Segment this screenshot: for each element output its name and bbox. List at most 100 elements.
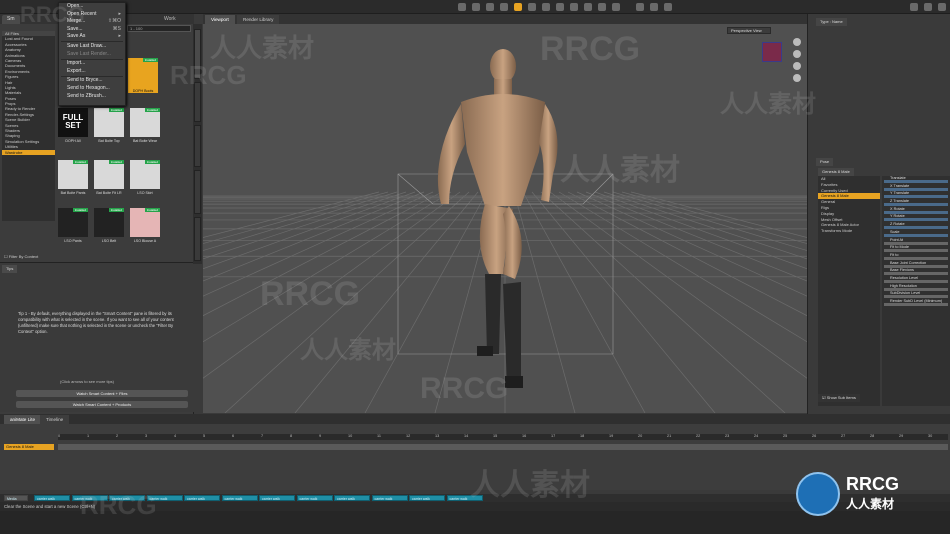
slider-track[interactable] — [884, 256, 948, 260]
track-label[interactable]: Genesis 8 Male — [4, 444, 54, 450]
tab-tips[interactable]: Tips — [2, 265, 18, 273]
menu-item-export[interactable]: Export... — [59, 68, 125, 76]
parameter-slider[interactable]: X Translate — [882, 184, 950, 192]
product-thumbnail[interactable]: Installed LSO Skirt — [130, 160, 160, 198]
menu-item-import[interactable]: Import... — [59, 60, 125, 68]
viewport-3d[interactable]: Perspective View — [203, 24, 807, 413]
parameter-slider[interactable]: Z Rotate — [882, 222, 950, 230]
aniblock[interactable]: carrier walk — [446, 495, 483, 501]
camera-selector[interactable]: Perspective View — [727, 27, 771, 34]
render-icon[interactable] — [636, 3, 644, 11]
slider-track[interactable] — [884, 233, 948, 237]
vtab-render-settings[interactable] — [194, 170, 201, 214]
menu-item-send-to-zbrush[interactable]: Send to ZBrush... — [59, 93, 125, 101]
parameter-slider[interactable]: Translate — [882, 176, 950, 184]
camera-tool-icon[interactable] — [584, 3, 592, 11]
slider-track[interactable] — [884, 303, 948, 306]
menu-item-open-recent[interactable]: Open Recent ▸ — [59, 11, 125, 19]
move-tool-icon[interactable] — [472, 3, 480, 11]
slider-track[interactable] — [884, 210, 948, 214]
parameter-slider[interactable]: High Resolution — [882, 284, 950, 292]
product-thumbnail[interactable]: Installed Bat Boite Top — [94, 108, 124, 146]
parameter-slider[interactable]: Fit to — [882, 253, 950, 261]
region-tool-icon[interactable] — [542, 3, 550, 11]
view-cube[interactable] — [762, 42, 782, 62]
menu-item-merge[interactable]: Merge... ⇧⌘O — [59, 18, 125, 26]
aniblock[interactable]: carrier walk — [221, 495, 258, 501]
slider-track[interactable] — [884, 295, 948, 299]
work-offline-button[interactable]: Work Offline — [160, 15, 194, 31]
iray-icon[interactable] — [650, 3, 658, 11]
tab-pose[interactable]: Pose — [816, 158, 834, 166]
aniblock[interactable]: carrier walk — [184, 495, 220, 501]
aniblock[interactable]: carrier walk — [334, 495, 370, 501]
frame-ruler[interactable]: 0 1 2 3 4 5 6 7 8 9 10 11 12 13 14 15 16 17 18 19 20 21 22 23 24… — [58, 434, 948, 440]
rotate-tool-icon[interactable] — [486, 3, 494, 11]
slider-track[interactable] — [884, 264, 948, 268]
product-thumbnail[interactable]: Installed Bat Boite Fit LR — [94, 160, 124, 198]
vtab-smart-content[interactable] — [194, 29, 201, 79]
geometry-tool-icon[interactable] — [556, 3, 564, 11]
slider-track[interactable] — [884, 226, 948, 230]
product-thumbnail[interactable]: Installed Bat Boite Pants — [58, 160, 88, 198]
orbit-icon[interactable] — [793, 38, 801, 46]
watch-products-button[interactable]: Watch Smart Content + Products — [16, 401, 188, 408]
slider-track[interactable] — [884, 180, 948, 183]
slider-track[interactable] — [884, 287, 948, 291]
pose-tool-icon[interactable] — [514, 3, 522, 11]
filter-by-context-checkbox[interactable]: ☐ Filter By Context — [4, 254, 38, 259]
slider-track[interactable] — [884, 187, 948, 191]
aniblock[interactable]: carrier walk — [259, 495, 295, 501]
parameter-slider[interactable]: Base Flexions — [882, 268, 950, 276]
parameter-slider[interactable]: Point At — [882, 238, 950, 246]
render-settings-icon[interactable] — [612, 3, 620, 11]
vtab-draw-settings[interactable] — [194, 125, 201, 167]
aniblock[interactable]: carrier walk — [71, 495, 108, 501]
slider-track[interactable] — [884, 279, 948, 283]
node-tool-icon[interactable] — [528, 3, 536, 11]
aniblock[interactable]: carrier walk — [296, 495, 333, 501]
aniblock[interactable]: carrier walk — [146, 495, 183, 501]
tab-animate-lite[interactable]: aniMate Lite — [4, 415, 42, 424]
category-wardrobe[interactable]: Wardrobe — [2, 149, 55, 155]
slider-track[interactable] — [884, 218, 948, 222]
menu-item-send-to-bryce[interactable]: Send to Bryce... — [59, 77, 125, 85]
parameter-slider[interactable]: SubDivision Level — [882, 291, 950, 299]
tab-timeline[interactable]: Timeline — [40, 415, 70, 424]
layout-icon[interactable] — [910, 3, 918, 11]
product-thumbnail[interactable]: Installed LSO Blouse A — [130, 208, 160, 246]
light-tool-icon[interactable] — [598, 3, 606, 11]
product-thumbnail[interactable]: Installed LSO Pants — [58, 208, 88, 246]
parameter-slider[interactable]: Render SubD Level (Minimum) — [882, 299, 950, 307]
parameter-slider[interactable]: Base Joint Correction — [882, 261, 950, 269]
menu-item-save[interactable]: Save... ⌘S — [59, 26, 125, 34]
parameter-slider[interactable]: Z Translate — [882, 199, 950, 207]
show-sub-items-checkbox[interactable]: ☑ Show Sub Items — [818, 394, 860, 402]
parameter-slider[interactable]: Scale — [882, 230, 950, 238]
property-group-item[interactable]: Transforms Mode — [818, 228, 880, 234]
menu-item-send-to-hexagon[interactable]: Send to Hexagon... — [59, 85, 125, 93]
aniblock[interactable]: carrier walk — [34, 495, 70, 501]
parameter-slider[interactable]: Fit to Mode — [882, 245, 950, 253]
animation-track[interactable] — [58, 444, 948, 450]
slider-track[interactable] — [884, 195, 948, 199]
aniblock[interactable]: carrier walk — [371, 495, 408, 501]
menu-item-open[interactable]: Open... — [59, 3, 125, 11]
page-range-field[interactable]: 1 - 100 — [127, 25, 191, 32]
frame-icon[interactable] — [793, 74, 801, 82]
tab-render-library[interactable]: Render Library — [237, 15, 280, 24]
help-icon[interactable] — [938, 3, 946, 11]
menu-item-save-as[interactable]: Save As ▸ — [59, 33, 125, 41]
aniblock[interactable]: carrier walk — [109, 495, 145, 501]
scale-tool-icon[interactable] — [500, 3, 508, 11]
media-tag[interactable]: Media — [4, 495, 28, 501]
watch-files-button[interactable]: Watch Smart Content + Files — [16, 390, 188, 397]
select-tool-icon[interactable] — [458, 3, 466, 11]
scene-node-tab[interactable]: Genesis 8 Male — [818, 168, 854, 176]
product-thumbnail[interactable]: Installed Bat Boite Wear — [130, 108, 160, 146]
aniblock[interactable]: carrier walk — [409, 495, 445, 501]
product-thumbnail[interactable]: Installed LSO Belt — [94, 208, 124, 246]
product-thumbnail[interactable]: Installed DOPH Boots — [128, 58, 158, 96]
spot-render-icon[interactable] — [664, 3, 672, 11]
pan-icon[interactable] — [793, 50, 801, 58]
